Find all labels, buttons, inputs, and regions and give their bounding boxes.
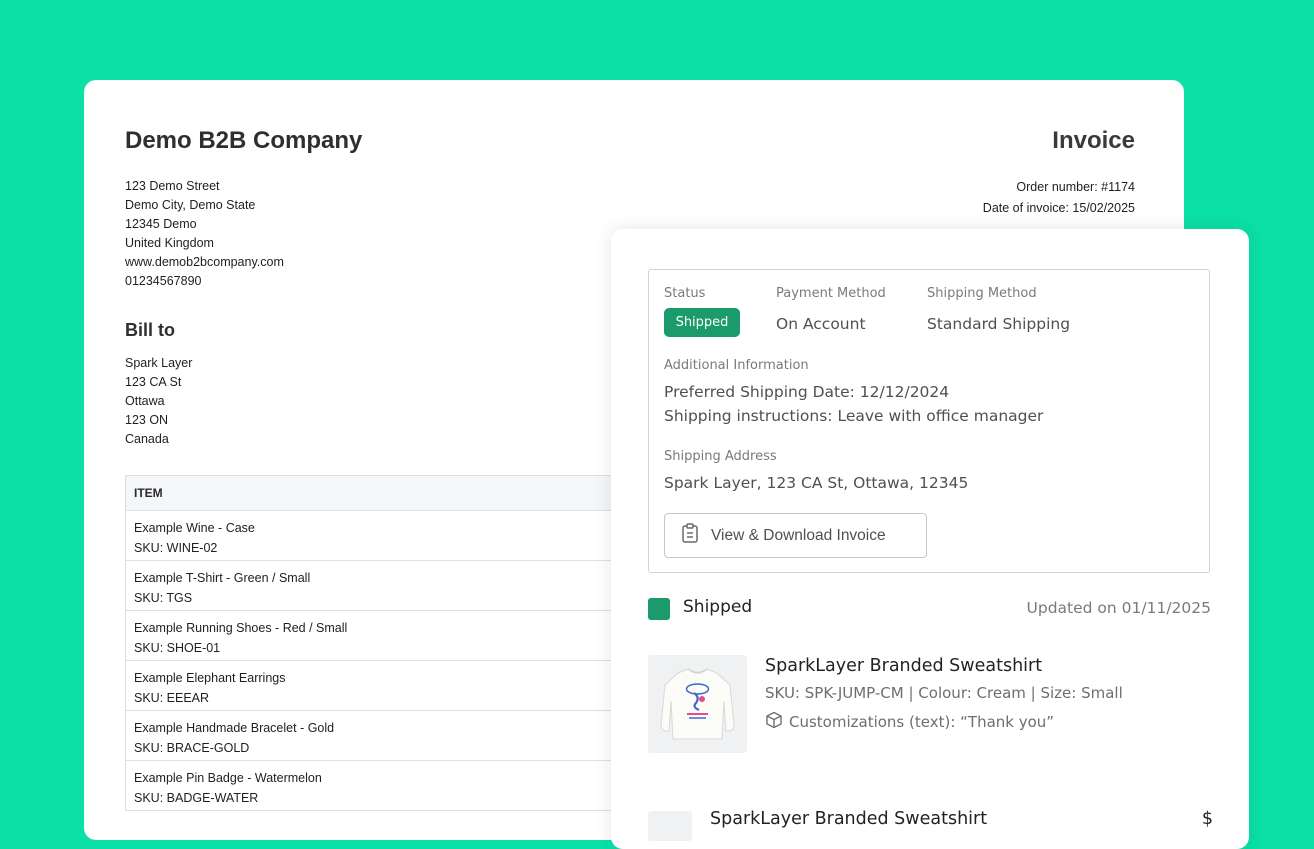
table-row: Example T-Shirt - Green / Small SKU: TGS — [126, 561, 646, 611]
address-line: Canada — [125, 432, 169, 446]
table-row: Example Handmade Bracelet - Gold SKU: BR… — [126, 711, 646, 761]
item-sku: SKU: EEEAR — [134, 691, 210, 705]
table-header-item: ITEM — [126, 476, 646, 511]
order-meta: Order number: #1174 Date of invoice: 15/… — [983, 177, 1135, 219]
invoice-date: Date of invoice: 15/02/2025 — [982, 201, 1135, 215]
company-address: 123 Demo Street Demo City, Demo State 12… — [125, 177, 284, 291]
bill-to-heading: Bill to — [125, 320, 175, 340]
product-price: $ — [1201, 809, 1213, 829]
address-line: Ottawa — [125, 394, 165, 408]
product-name[interactable]: SparkLayer Branded Sweatshirt — [710, 809, 987, 829]
payment-method-value: On Account — [776, 315, 866, 333]
address-line: Spark Layer — [125, 356, 193, 370]
product-meta: SKU: SPK-JUMP-CM | Colour: Cream | Size:… — [765, 684, 1123, 702]
item-sku: SKU: TGS — [134, 591, 193, 605]
shipped-status-icon — [648, 598, 670, 620]
fulfillment-status: Shipped — [683, 597, 753, 617]
product-thumbnail[interactable] — [648, 811, 692, 841]
order-info-box: Status Shipped Payment Method On Account… — [648, 269, 1210, 573]
order-details-panel: Status Shipped Payment Method On Account… — [611, 229, 1249, 849]
item-name: Example Elephant Earrings — [134, 671, 286, 685]
items-table: ITEM Example Wine - Case SKU: WINE-02 Ex… — [125, 475, 647, 811]
clipboard-icon — [681, 523, 699, 548]
updated-date: Updated on 01/11/2025 — [1026, 599, 1211, 617]
order-number: Order number: #1174 — [1016, 180, 1135, 194]
item-sku: SKU: BADGE-WATER — [134, 791, 259, 805]
invoice-button-label: View & Download Invoice — [711, 526, 886, 544]
shipping-address-value: Spark Layer, 123 CA St, Ottawa, 12345 — [664, 474, 969, 492]
table-row: Example Running Shoes - Red / Small SKU:… — [126, 611, 646, 661]
invoice-title: Invoice — [1052, 127, 1135, 154]
product-customization: Customizations (text): “Thank you” — [765, 711, 1054, 733]
preferred-shipping-date: Preferred Shipping Date: 12/12/2024 — [664, 383, 950, 401]
status-badge: Shipped — [664, 308, 740, 337]
company-name: Demo B2B Company — [125, 127, 363, 154]
shipping-method-label: Shipping Method — [927, 286, 1037, 301]
additional-info-label: Additional Information — [664, 358, 809, 373]
item-name: Example Pin Badge - Watermelon — [134, 771, 322, 785]
sweatshirt-image — [660, 668, 735, 740]
item-sku: SKU: WINE-02 — [134, 541, 218, 555]
address-line: 123 CA St — [125, 375, 182, 389]
status-label: Status — [664, 286, 706, 301]
cube-icon — [765, 711, 783, 733]
product-thumbnail[interactable] — [648, 655, 747, 753]
bill-to-address: Spark Layer 123 CA St Ottawa 123 ON Cana… — [125, 354, 192, 449]
table-row: Example Elephant Earrings SKU: EEEAR — [126, 661, 646, 711]
table-row: Example Wine - Case SKU: WINE-02 — [126, 511, 646, 561]
item-name: Example Wine - Case — [134, 521, 255, 535]
address-line: Demo City, Demo State — [125, 198, 256, 212]
company-website: www.demob2bcompany.com — [125, 255, 284, 269]
address-line: United Kingdom — [125, 236, 214, 250]
product-name[interactable]: SparkLayer Branded Sweatshirt — [765, 656, 1042, 676]
shipping-method-value: Standard Shipping — [927, 315, 1071, 333]
table-row: Example Pin Badge - Watermelon SKU: BADG… — [126, 761, 646, 811]
payment-method-label: Payment Method — [776, 286, 886, 301]
item-name: Example Running Shoes - Red / Small — [134, 621, 348, 635]
item-name: Example Handmade Bracelet - Gold — [134, 721, 335, 735]
item-sku: SKU: BRACE-GOLD — [134, 741, 250, 755]
address-line: 123 Demo Street — [125, 179, 220, 193]
shipping-instructions: Shipping instructions: Leave with office… — [664, 407, 1044, 425]
address-line: 123 ON — [125, 413, 169, 427]
item-sku: SKU: SHOE-01 — [134, 641, 221, 655]
shipping-address-label: Shipping Address — [664, 449, 777, 464]
address-line: 12345 Demo — [125, 217, 197, 231]
item-name: Example T-Shirt - Green / Small — [134, 571, 311, 585]
customization-text: Customizations (text): “Thank you” — [789, 713, 1055, 731]
view-download-invoice-button[interactable]: View & Download Invoice — [664, 513, 927, 558]
company-phone: 01234567890 — [125, 274, 202, 288]
